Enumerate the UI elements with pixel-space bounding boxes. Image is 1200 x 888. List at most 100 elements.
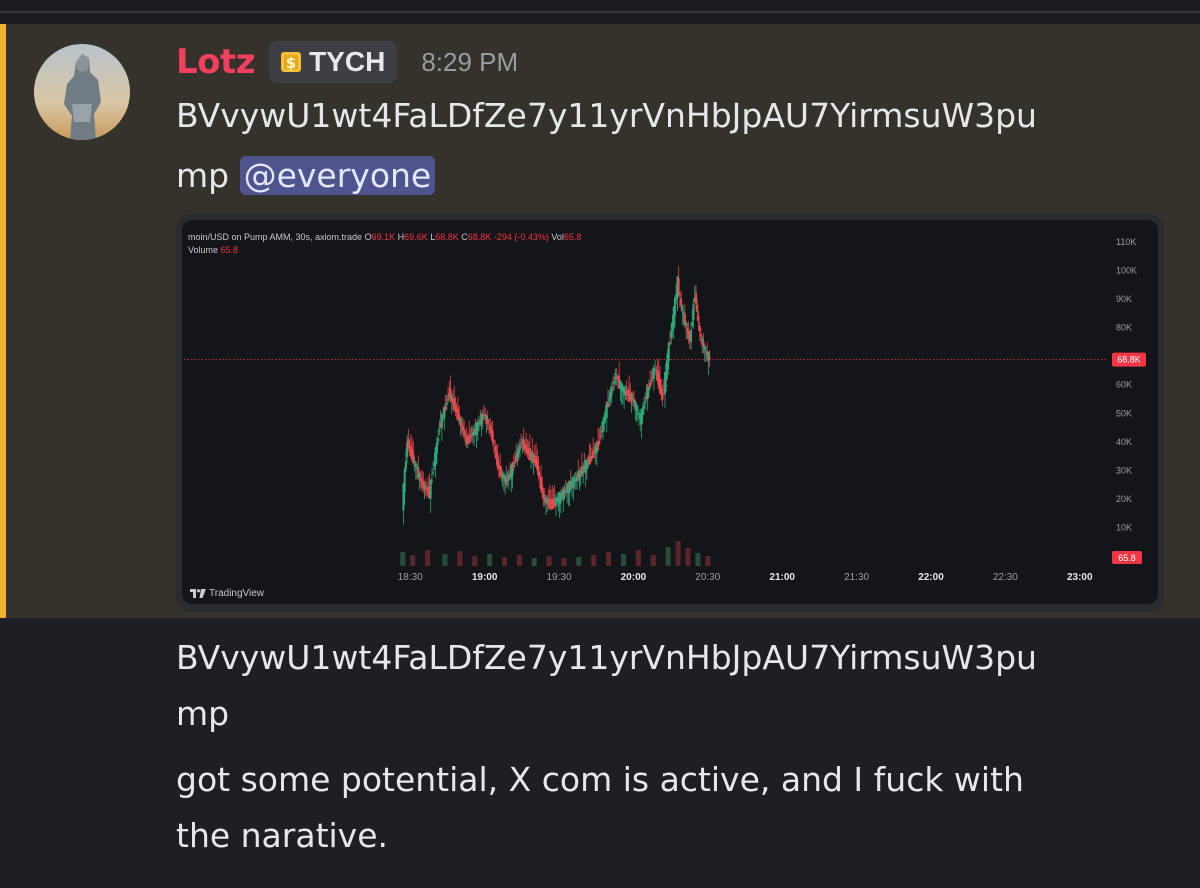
candle-body	[414, 462, 417, 468]
volume-legend-label: Volume	[188, 245, 219, 255]
mention-everyone[interactable]: @everyone	[239, 156, 436, 195]
volume-bar	[576, 557, 582, 566]
candle-body	[511, 462, 514, 476]
candle-body	[644, 401, 647, 404]
candle-body	[692, 303, 695, 320]
candle-body	[636, 410, 639, 412]
username[interactable]: Lotz	[176, 42, 256, 82]
volume-bar	[650, 555, 656, 566]
candle-body	[603, 417, 606, 425]
volume-bar	[620, 554, 626, 566]
candle-body	[500, 472, 503, 474]
candle-body	[701, 338, 704, 342]
legend-open-label: O	[364, 232, 372, 242]
candle-body	[642, 405, 645, 409]
volume-bar	[546, 556, 552, 566]
server-tag[interactable]: $ TYCH	[269, 41, 398, 83]
candle-body	[403, 469, 406, 493]
candle-body	[499, 465, 502, 477]
volume-bar	[705, 556, 711, 566]
candle-body	[438, 430, 441, 433]
candle-body	[611, 386, 614, 388]
divider	[0, 11, 1200, 13]
candle-body	[440, 414, 443, 429]
candle-body	[542, 493, 545, 498]
candle-body	[418, 473, 421, 478]
y-tick-label: 50K	[1116, 408, 1132, 418]
y-tick-label: 10K	[1116, 522, 1132, 532]
y-tick-label: 60K	[1116, 380, 1132, 390]
candle-body	[514, 461, 517, 464]
tradingview-label: TradingView	[209, 588, 265, 599]
x-tick-label: 21:00	[769, 572, 795, 583]
candle-body	[610, 387, 613, 395]
candle-body	[690, 329, 693, 343]
candle-body	[537, 465, 540, 477]
candle-body	[654, 368, 657, 371]
candle-body	[623, 386, 626, 396]
volume-marker-label: 65.8	[1118, 553, 1136, 563]
candle-body	[445, 403, 448, 405]
x-tick-label: 22:30	[993, 572, 1018, 583]
candle-body	[708, 357, 711, 360]
candle-body	[592, 450, 595, 459]
candle-body	[460, 423, 463, 427]
candle-body	[696, 304, 699, 313]
x-tick-label: 20:30	[695, 572, 720, 583]
message-line-1: BVvywU1wt4FaLDfZe7y11yrVnHbJpAU7YirmsuW3…	[176, 96, 1037, 135]
candle-body	[630, 393, 633, 401]
chart-panel: 110K 100K 90K 80K 60K 50K 40K 30K 20K 10K 18:30 19:…	[182, 220, 1158, 604]
legend-high-value: 69.6K	[404, 232, 428, 242]
timestamp[interactable]: 8:29 PM	[421, 47, 518, 78]
x-tick-label: 19:00	[472, 572, 498, 583]
candle-body	[469, 437, 472, 439]
volume-bar	[531, 558, 537, 566]
candle-body	[518, 445, 521, 450]
candle-body	[437, 438, 440, 442]
candle-body	[463, 428, 466, 436]
volume-bar	[606, 552, 612, 566]
candlestick-chart: 110K 100K 90K 80K 60K 50K 40K 30K 20K 10K 18:30 19:…	[184, 237, 1146, 583]
tradingview-attribution: TradingView	[190, 588, 264, 599]
candle-body	[468, 434, 471, 444]
candle-body	[650, 380, 653, 382]
chart-image-embed[interactable]: 110K 100K 90K 80K 60K 50K 40K 30K 20K 10K 18:30 19:…	[176, 214, 1164, 612]
volume-bar	[487, 554, 493, 566]
candle-body	[447, 398, 450, 401]
legend-change: -294 (-0.43%)	[493, 232, 549, 242]
candle-body	[687, 330, 690, 339]
candle-body	[444, 406, 447, 410]
candle-body	[478, 423, 481, 425]
legend-close-value: 68.8K	[467, 232, 492, 242]
volume-bar	[665, 547, 671, 566]
candle-body	[677, 278, 680, 295]
message-line-4: mp	[176, 694, 230, 733]
x-tick-label: 23:00	[1067, 572, 1093, 583]
volume-bar	[457, 551, 463, 566]
x-tick-label: 19:30	[547, 572, 572, 583]
y-tick-label: 20K	[1116, 494, 1132, 504]
legend-open-value: 69.1K	[371, 232, 396, 242]
candle-body	[670, 331, 673, 339]
candle-body	[484, 413, 487, 417]
channel-top-strip	[0, 0, 1200, 24]
mention-accent-bar	[0, 24, 6, 618]
legend-vol-value: 65.8	[563, 232, 582, 242]
legend-vol-label: Vol	[551, 232, 564, 242]
dollar-sign-icon: $	[281, 52, 302, 72]
candle-body	[673, 298, 676, 316]
candle-body	[559, 492, 562, 502]
avatar[interactable]	[34, 44, 130, 140]
candle-body	[491, 430, 494, 442]
volume-bar	[516, 555, 522, 566]
message-line-2: mp @everyone	[176, 156, 436, 196]
candle-body	[702, 341, 705, 347]
candle-body	[691, 321, 694, 326]
y-tick-label: 100K	[1116, 266, 1137, 276]
candle-body	[667, 342, 670, 362]
candle-body	[554, 497, 557, 505]
candle-body	[404, 461, 407, 470]
volume-legend: Volume 65.8	[188, 245, 238, 255]
volume-legend-value: 65.8	[220, 245, 239, 255]
candle-body	[572, 477, 575, 488]
